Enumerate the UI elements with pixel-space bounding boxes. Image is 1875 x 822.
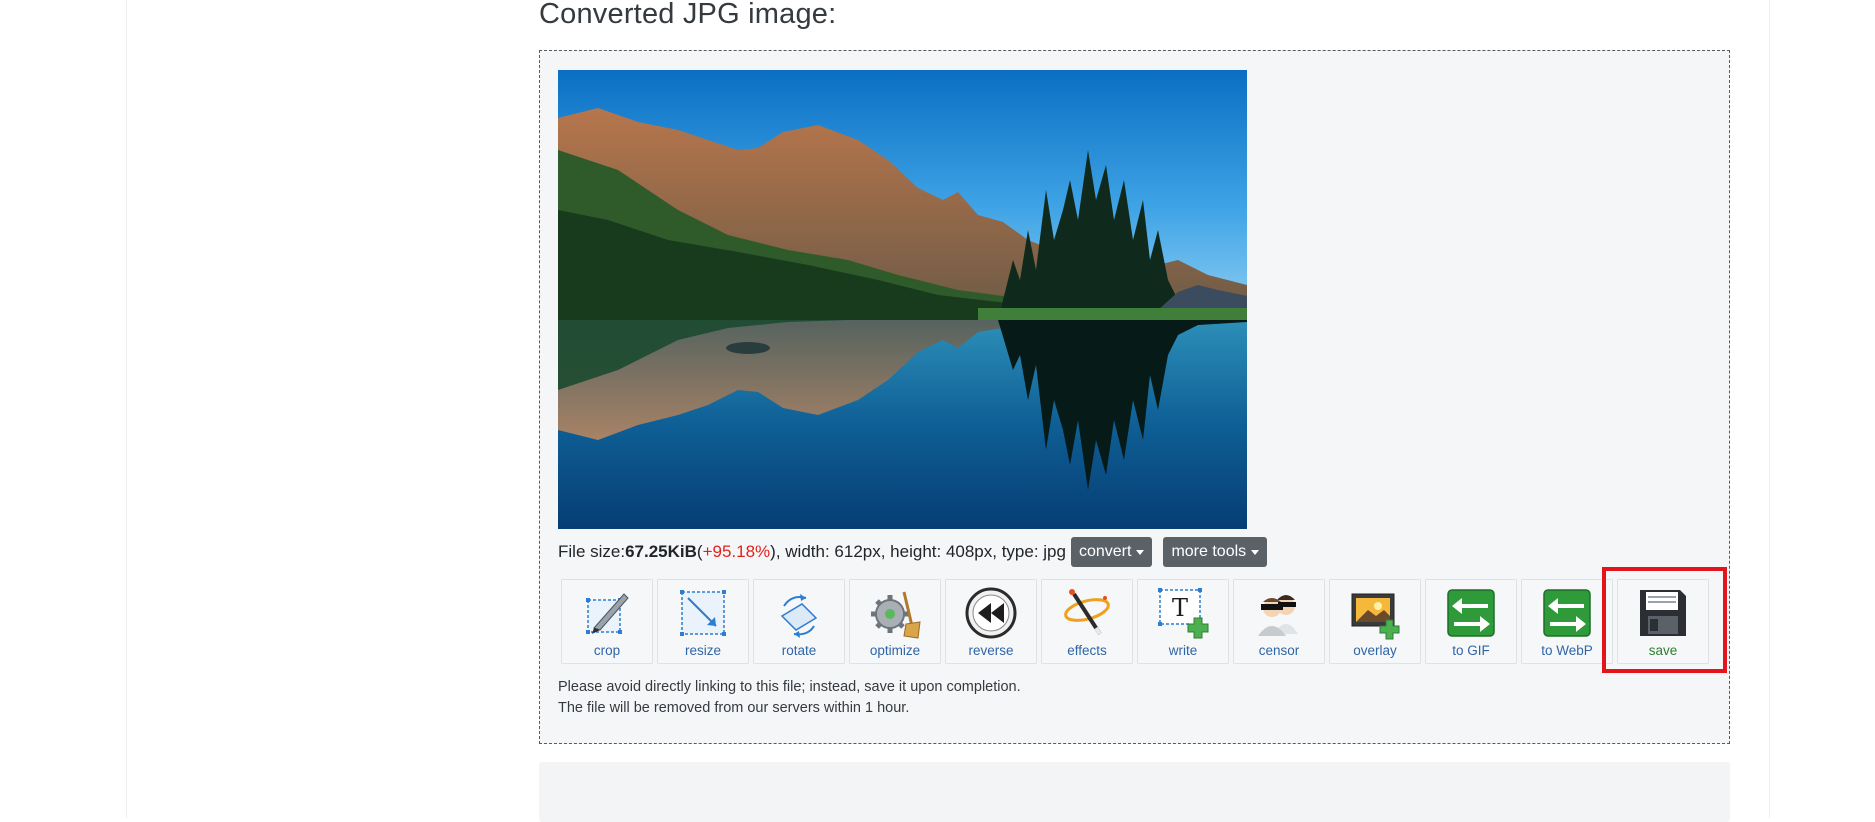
effects-tool-button[interactable]: effects: [1041, 579, 1133, 664]
next-section-panel: [539, 762, 1730, 822]
tool-label: censor: [1258, 643, 1300, 658]
optimize-icon: [871, 591, 921, 639]
tool-label: crop: [593, 643, 621, 658]
rotate-tool-button[interactable]: rotate: [753, 579, 845, 664]
to-webp-icon: [1543, 589, 1591, 637]
image-dimensions-type: ), width: 612px, height: 408px, type: jp…: [770, 542, 1066, 561]
tool-label: resize: [684, 643, 721, 658]
file-info: File size: 67.25KiB (+95.18%), width: 61…: [558, 536, 1268, 568]
effects-icon: [1064, 589, 1110, 636]
notice-line-removal: The file will be removed from our server…: [558, 700, 910, 716]
notice-line-linking: Please avoid directly linking to this fi…: [558, 679, 1021, 695]
censor-icon: [1258, 595, 1298, 636]
write-tool-button[interactable]: T write: [1137, 579, 1229, 664]
size-change-percent: +95.18%: [702, 542, 771, 561]
tool-label: to GIF: [1452, 643, 1490, 658]
tool-label: optimize: [869, 643, 921, 658]
write-icon: T: [1158, 588, 1209, 639]
page-title: Converted JPG image:: [539, 0, 837, 30]
overlay-icon: [1351, 593, 1400, 640]
crop-icon: [586, 593, 629, 634]
overlay-tool-button[interactable]: overlay: [1329, 579, 1421, 664]
reverse-icon: [965, 587, 1017, 639]
convert-dropdown-button[interactable]: convert: [1070, 537, 1153, 567]
tool-label: reverse: [968, 643, 1014, 658]
censor-tool-button[interactable]: censor: [1233, 579, 1325, 664]
svg-text:T: T: [1172, 594, 1188, 622]
optimize-tool-button[interactable]: optimize: [849, 579, 941, 664]
caret-down-icon: [1251, 549, 1260, 555]
convert-button-label: convert: [1078, 543, 1132, 560]
floppy-disk-icon: [1640, 590, 1686, 636]
more-tools-dropdown-button[interactable]: more tools: [1163, 537, 1268, 567]
tool-label: overlay: [1353, 643, 1397, 658]
file-size-value: 67.25KiB: [625, 542, 697, 561]
crop-tool-button[interactable]: crop: [561, 579, 653, 664]
save-tool-button[interactable]: save: [1602, 567, 1727, 673]
reverse-tool-button[interactable]: reverse: [945, 579, 1037, 664]
tool-label: rotate: [781, 643, 817, 658]
to-webp-tool-button[interactable]: to WebP: [1521, 579, 1613, 664]
file-size-label: File size:: [558, 542, 626, 561]
to-gif-tool-button[interactable]: to GIF: [1425, 579, 1517, 664]
converted-image-preview[interactable]: [558, 70, 1247, 529]
tool-label: save: [1648, 643, 1678, 658]
tool-label: write: [1168, 643, 1198, 658]
converted-image-panel: File size: 67.25KiB (+95.18%), width: 61…: [539, 50, 1730, 744]
more-tools-button-label: more tools: [1171, 543, 1247, 560]
tool-label: to WebP: [1541, 643, 1593, 658]
file-notice: Please avoid directly linking to this fi…: [558, 677, 1021, 719]
rotate-icon: [780, 594, 818, 638]
resize-icon: [680, 590, 726, 636]
resize-tool-button[interactable]: resize: [657, 579, 749, 664]
to-gif-icon: [1447, 589, 1495, 637]
caret-down-icon: [1136, 549, 1145, 555]
tools-toolbar: crop resize rotate optimize reverse effe…: [561, 567, 1727, 673]
tool-label: effects: [1067, 643, 1107, 658]
